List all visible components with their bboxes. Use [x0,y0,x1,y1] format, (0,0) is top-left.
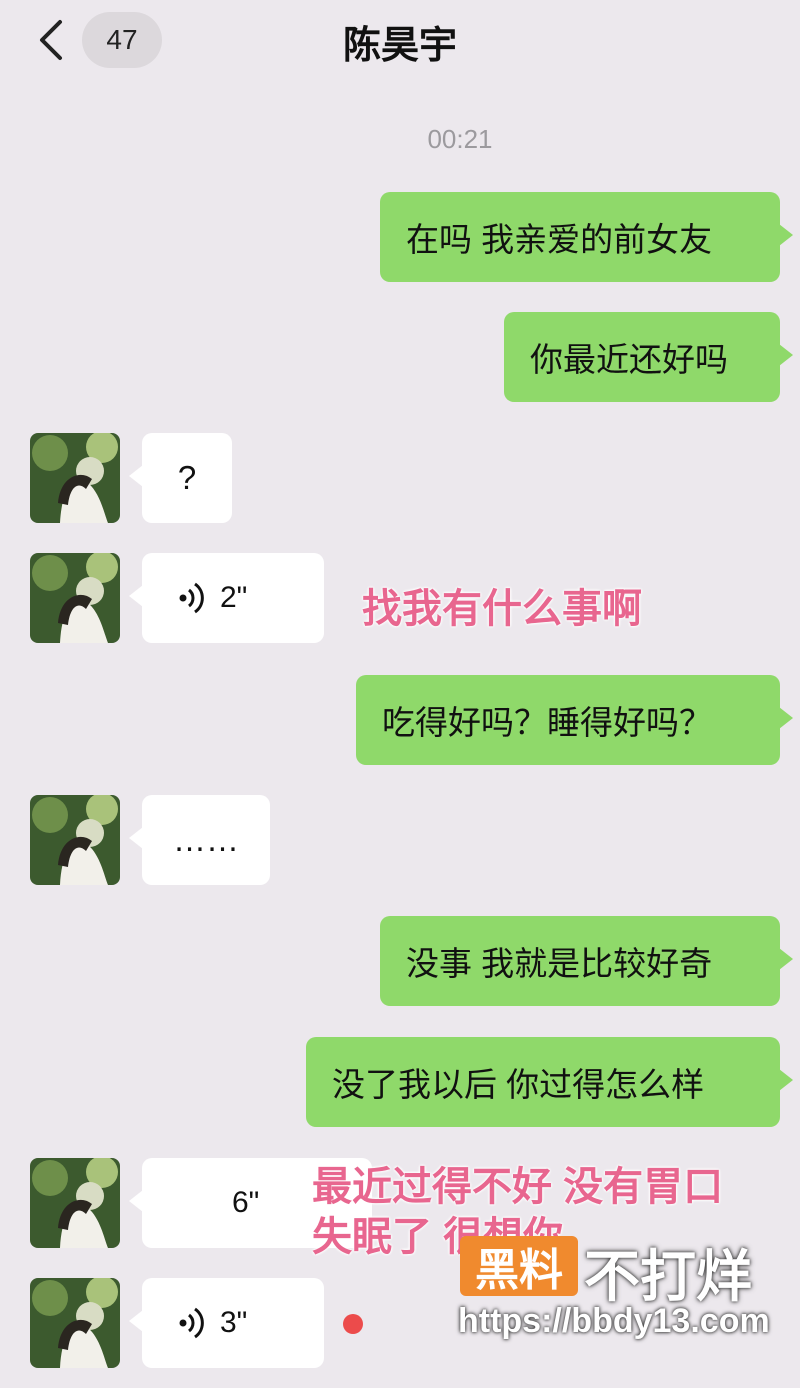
my-message-bubble[interactable]: 吃得好吗？睡得好吗？ [356,675,793,765]
message-text: 你最近还好吗 [530,341,728,378]
their-message-bubble[interactable]: …… [129,795,270,885]
their-message-bubble[interactable]: ? [129,433,232,523]
message-text: …… [173,821,239,858]
message-text: ? [177,459,197,496]
voice-wave-icon [178,581,206,615]
voice-duration: 3" [220,1306,248,1339]
watermark-text: 不打烊 [584,1245,752,1308]
chat-timestamp: 00:21 [427,124,493,154]
contact-name-title: 陈昊宇 [342,25,457,67]
watermark-logo-box: 黑料 [460,1236,578,1296]
message-text: 在吗 我亲爱的前女友 [406,221,713,258]
their-voice-message[interactable]: 2" [129,553,324,643]
my-message-bubble[interactable]: 没事 我就是比较好奇 [380,916,793,1006]
contact-avatar[interactable] [30,1158,120,1248]
voice-wave-icon [178,1306,206,1340]
my-message-bubble[interactable]: 你最近还好吗 [504,312,793,402]
contact-avatar[interactable] [30,433,120,523]
my-message-bubble[interactable]: 在吗 我亲爱的前女友 [380,192,793,282]
voice-duration: 6" [232,1186,260,1219]
message-text: 没了我以后 你过得怎么样 [332,1066,705,1103]
contact-avatar[interactable] [30,795,120,885]
contact-avatar[interactable] [30,553,120,643]
contact-avatar[interactable] [30,1278,120,1368]
my-message-bubble[interactable]: 没了我以后 你过得怎么样 [306,1037,793,1127]
message-text: 吃得好吗？睡得好吗？ [382,704,712,741]
voice-duration: 2" [220,581,248,614]
voice-transcript-caption: 找我有什么事啊 [362,587,642,631]
unread-voice-dot [343,1314,363,1334]
watermark-url: https://bbdy13.com [458,1302,770,1340]
message-text: 没事 我就是比较好奇 [406,945,713,982]
their-voice-message[interactable]: 3" [129,1278,324,1368]
